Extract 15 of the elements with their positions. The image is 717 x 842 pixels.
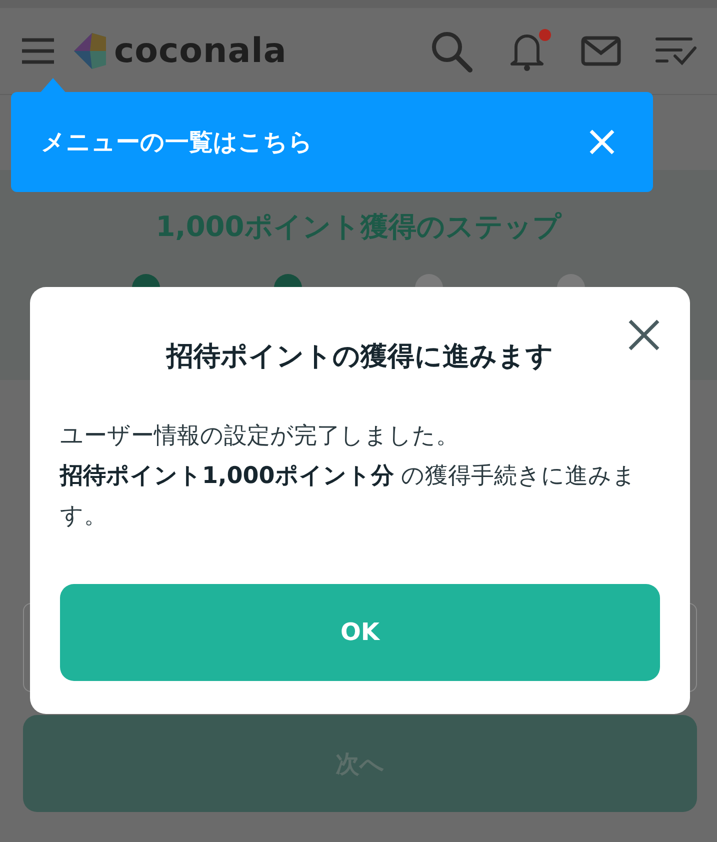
modal-title: 招待ポイントの獲得に進みます <box>164 340 554 374</box>
close-icon[interactable] <box>588 128 616 156</box>
steps-title: 1,000ポイント獲得のステップ <box>154 209 563 245</box>
close-icon <box>628 319 660 351</box>
ok-button[interactable]: OK <box>60 584 660 680</box>
menu-icon[interactable] <box>20 37 56 65</box>
modal-text: ユーザー情報の設定が完了しました。 <box>60 422 460 450</box>
search-icon[interactable] <box>429 29 473 73</box>
checklist-icon[interactable] <box>655 36 697 66</box>
close-button[interactable] <box>628 319 660 351</box>
modal-text: 招待ポイント1,000ポイント分 の獲得手続きに進みます。 <box>60 462 638 530</box>
tooltip-text: メニューの一覧はこちら <box>41 127 313 158</box>
logo-text: coconala <box>114 34 287 68</box>
logo-icon <box>72 31 108 71</box>
mail-icon[interactable] <box>581 36 621 66</box>
